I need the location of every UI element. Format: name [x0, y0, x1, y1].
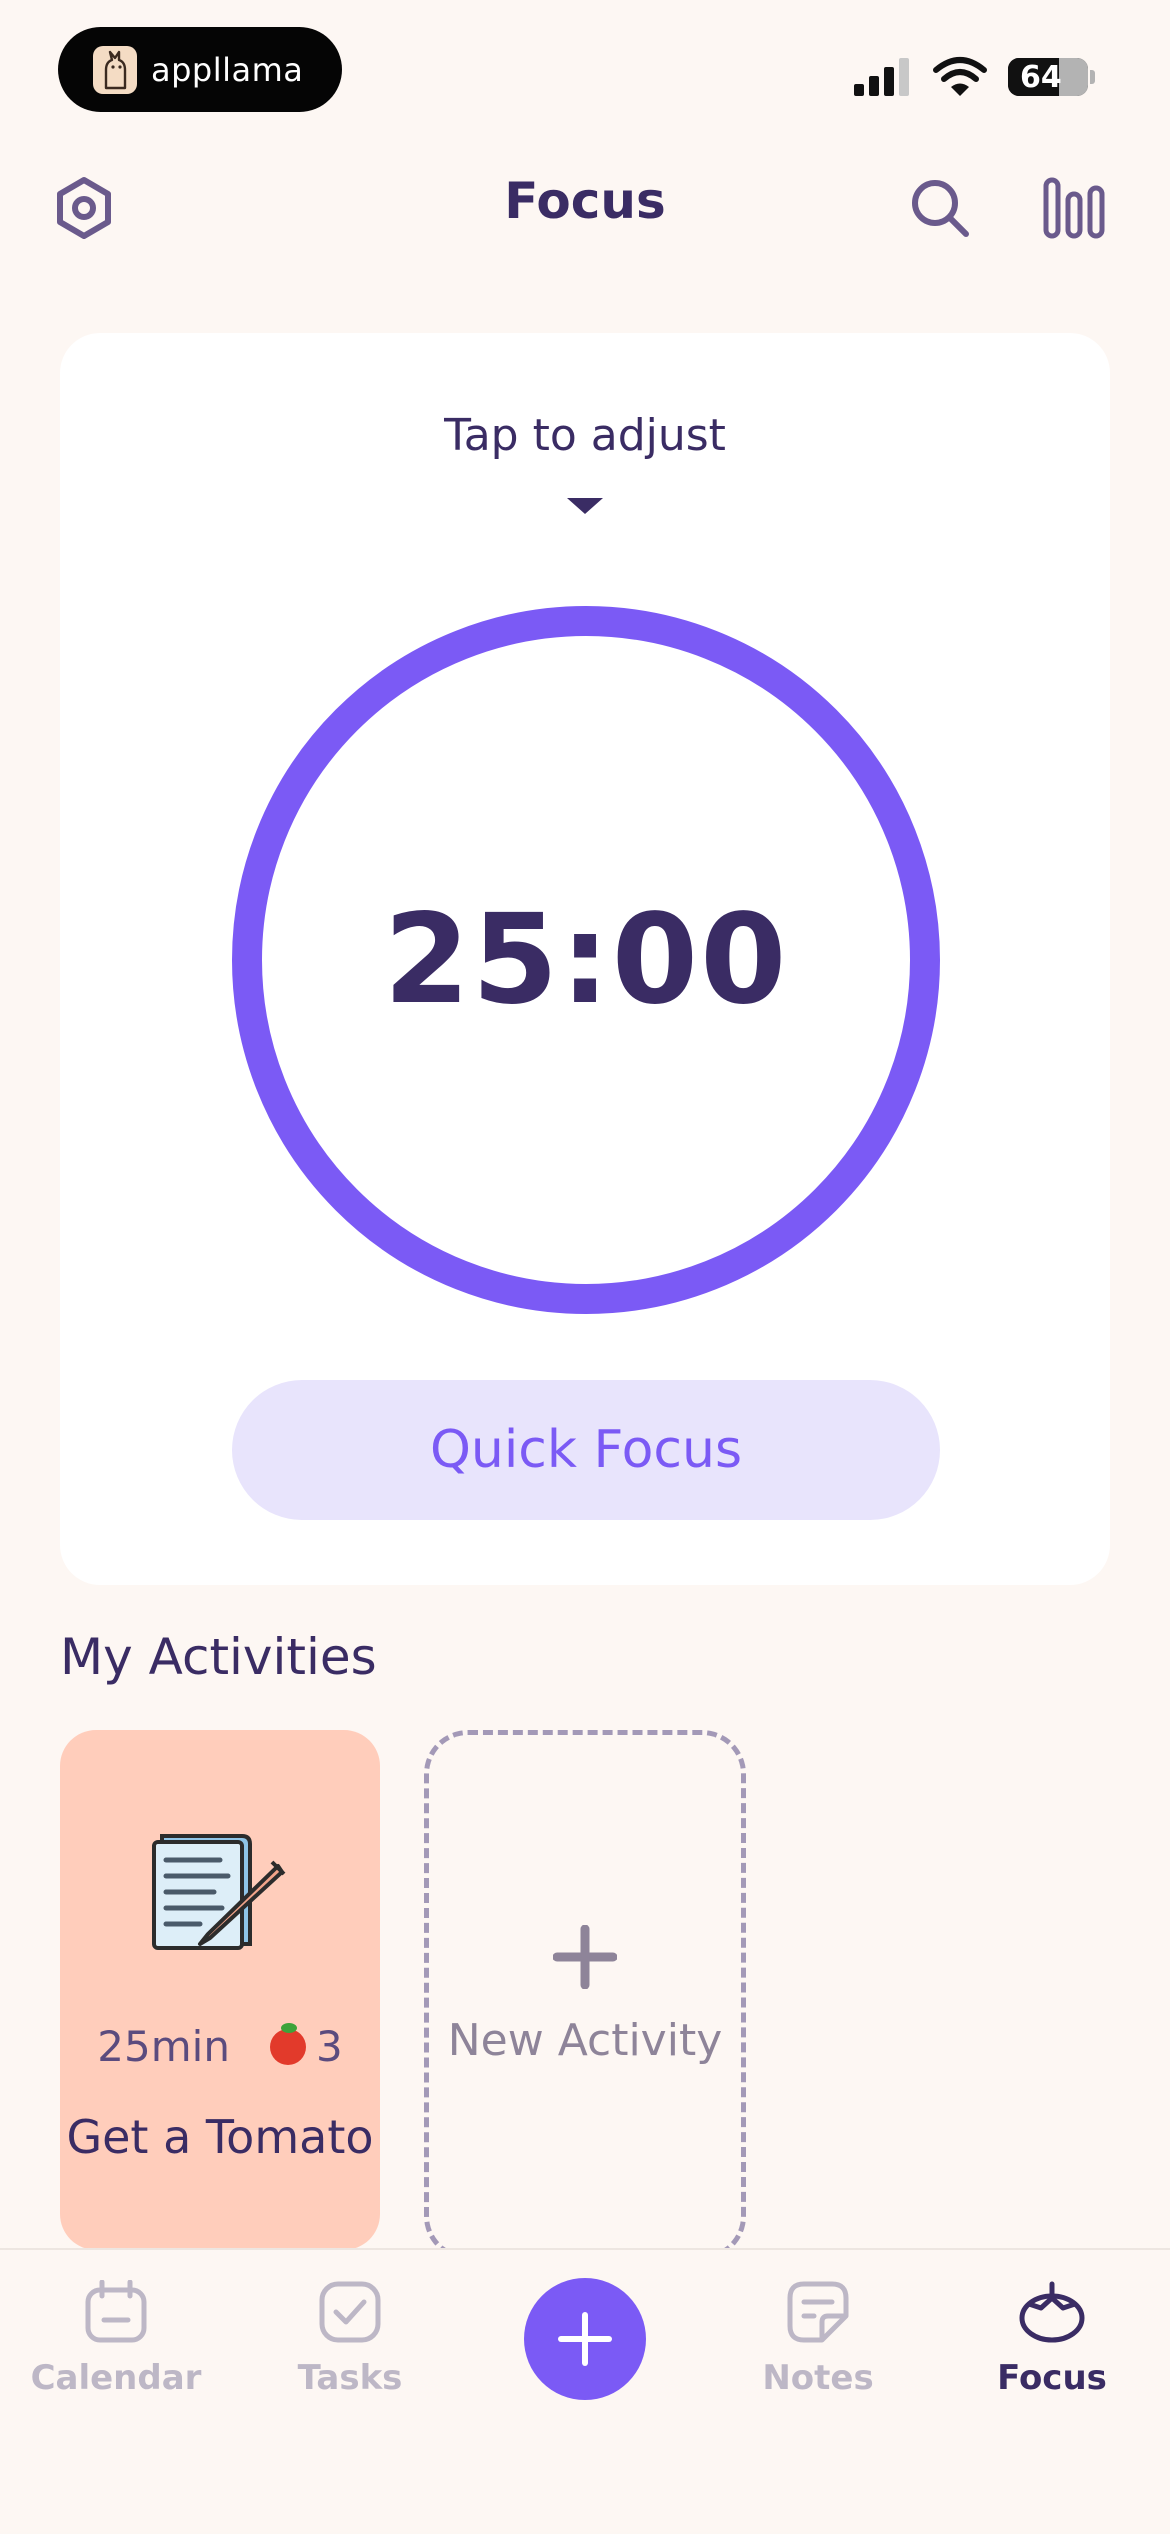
caret-down-icon	[567, 498, 603, 514]
activity-card[interactable]	[60, 1730, 380, 2250]
timer-display: 25:00	[383, 888, 789, 1032]
tab-notes[interactable]: Notes	[708, 2280, 928, 2398]
add-button[interactable]	[524, 2278, 646, 2400]
new-activity-label: New Activity	[447, 2014, 723, 2066]
my-activities-title: My Activities	[60, 1628, 377, 1686]
tomato-icon	[269, 2022, 306, 2065]
plus-icon	[553, 1924, 617, 1989]
activity-name: Get a Tomato	[66, 2110, 374, 2164]
brand-badge: appllama	[58, 27, 342, 112]
page-title: Focus	[504, 172, 666, 230]
tomato-icon	[1019, 2281, 1085, 2343]
plus-icon	[558, 2312, 612, 2366]
activity-meta: 25min 3	[60, 2022, 380, 2071]
activity-duration: 25min	[97, 2022, 230, 2071]
notepad-icon	[152, 1834, 286, 1950]
tap-to-adjust-label[interactable]: Tap to adjust	[0, 410, 1170, 461]
tab-label: Tasks	[297, 2358, 403, 2398]
tab-label: Calendar	[30, 2358, 202, 2398]
calendar-icon	[85, 2280, 147, 2343]
notes-icon	[787, 2281, 849, 2343]
activity-tomato-count: 3	[315, 2022, 343, 2071]
timer-ring[interactable]: 25:00	[232, 606, 940, 1314]
search-icon	[912, 180, 969, 237]
tasks-icon	[319, 2281, 381, 2343]
tab-label: Focus	[997, 2358, 1107, 2398]
tab-calendar[interactable]: Calendar	[6, 2280, 226, 2398]
cellular-signal-icon	[854, 58, 909, 96]
battery-nub	[1090, 70, 1095, 84]
stats-icon	[1043, 177, 1105, 239]
battery-indicator: 64	[1008, 58, 1088, 96]
tab-tasks[interactable]: Tasks	[240, 2280, 460, 2398]
llama-logo-icon	[93, 45, 137, 94]
wifi-icon	[933, 57, 987, 96]
search-button[interactable]	[906, 174, 974, 242]
tab-focus[interactable]: Focus	[942, 2280, 1162, 2398]
battery-level: 64	[1020, 59, 1062, 95]
tab-label: Notes	[762, 2358, 874, 2398]
brand-name: appllama	[151, 50, 304, 89]
stats-button[interactable]	[1040, 174, 1108, 242]
new-activity-button[interactable]: New Activity	[424, 1730, 746, 2260]
quick-focus-button[interactable]: Quick Focus	[232, 1380, 940, 1520]
